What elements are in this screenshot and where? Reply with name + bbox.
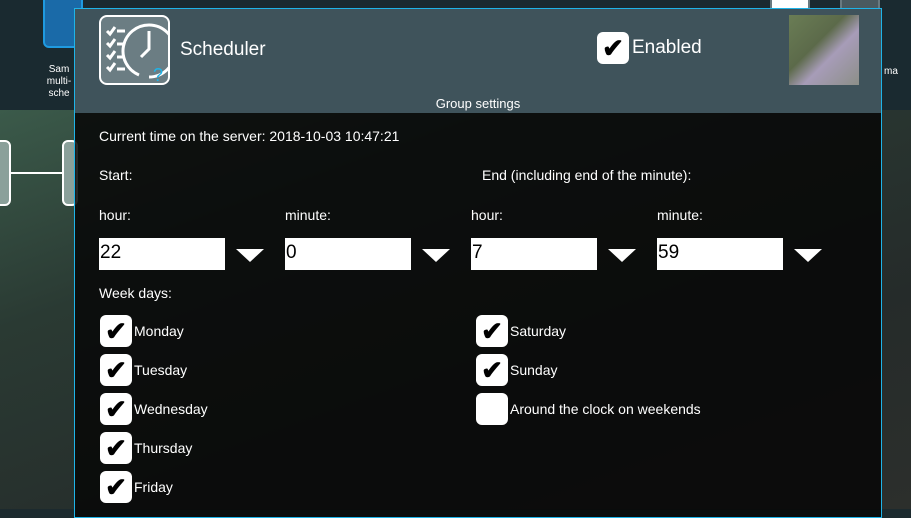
day-label: Tuesday [134, 362, 188, 378]
day-checkbox-saturday[interactable]: ✔ Saturday [476, 315, 566, 347]
dialog-header: ? Scheduler ✔ Enabled Group settings [75, 9, 881, 113]
scheduler-dialog: ? Scheduler ✔ Enabled Group settings Cur… [74, 8, 882, 518]
chevron-down-icon[interactable] [608, 249, 636, 262]
check-icon[interactable]: ✔ [100, 393, 132, 425]
day-label: Saturday [510, 323, 567, 339]
check-icon[interactable]: ✔ [100, 354, 132, 386]
check-icon[interactable]: ✔ [100, 315, 132, 347]
day-label: Wednesday [134, 401, 208, 417]
day-checkbox-sunday[interactable]: ✔ Sunday [476, 354, 557, 386]
day-label: Around the clock on weekends [510, 401, 701, 417]
day-checkbox-wednesday[interactable]: ✔ Wednesday [100, 393, 208, 425]
chevron-down-icon[interactable] [794, 249, 822, 262]
chevron-down-icon[interactable] [236, 249, 264, 262]
dialog-title: Scheduler [180, 39, 266, 60]
check-icon[interactable]: ✔ [597, 32, 629, 64]
flow-node-icon[interactable] [0, 140, 11, 206]
background-label: ma [884, 66, 898, 77]
camera-thumbnail[interactable] [789, 15, 859, 85]
flow-connector [11, 172, 62, 174]
day-label: Monday [134, 323, 184, 339]
end-hour-label: hour: [471, 207, 503, 223]
start-minute-label: minute: [285, 207, 331, 223]
day-checkbox-thursday[interactable]: ✔ Thursday [100, 432, 192, 464]
day-checkbox-monday[interactable]: ✔ Monday [100, 315, 184, 347]
unchecked-box[interactable] [476, 393, 508, 425]
around-the-clock-checkbox[interactable]: Around the clock on weekends [476, 393, 701, 425]
end-label: End (including end of the minute): [482, 167, 692, 183]
end-hour-select[interactable]: 7 [471, 238, 597, 270]
start-hour-label: hour: [99, 207, 131, 223]
chevron-down-icon[interactable] [422, 249, 450, 262]
check-icon[interactable]: ✔ [100, 471, 132, 503]
day-checkbox-friday[interactable]: ✔ Friday [100, 471, 173, 503]
day-label: Thursday [134, 440, 193, 456]
check-icon[interactable]: ✔ [476, 315, 508, 347]
day-label: Friday [134, 479, 173, 495]
end-minute-select[interactable]: 59 [657, 238, 783, 270]
start-hour-select[interactable]: 22 [99, 238, 225, 270]
day-label: Sunday [510, 362, 558, 378]
scheduler-clock-icon: ? [99, 15, 177, 85]
week-days-label: Week days: [99, 285, 172, 301]
server-time: Current time on the server: 2018-10-03 1… [99, 128, 400, 144]
check-icon[interactable]: ✔ [100, 432, 132, 464]
end-minute-label: minute: [657, 207, 703, 223]
background-label: Sam multi- sche [46, 64, 72, 99]
start-label: Start: [99, 167, 133, 183]
enabled-label: Enabled [632, 37, 702, 58]
start-minute-select[interactable]: 0 [285, 238, 411, 270]
check-icon[interactable]: ✔ [476, 354, 508, 386]
svg-text:?: ? [153, 65, 163, 83]
enabled-checkbox[interactable]: ✔ Enabled [597, 32, 702, 64]
group-settings-heading: Group settings [435, 96, 521, 111]
day-checkbox-tuesday[interactable]: ✔ Tuesday [100, 354, 187, 386]
